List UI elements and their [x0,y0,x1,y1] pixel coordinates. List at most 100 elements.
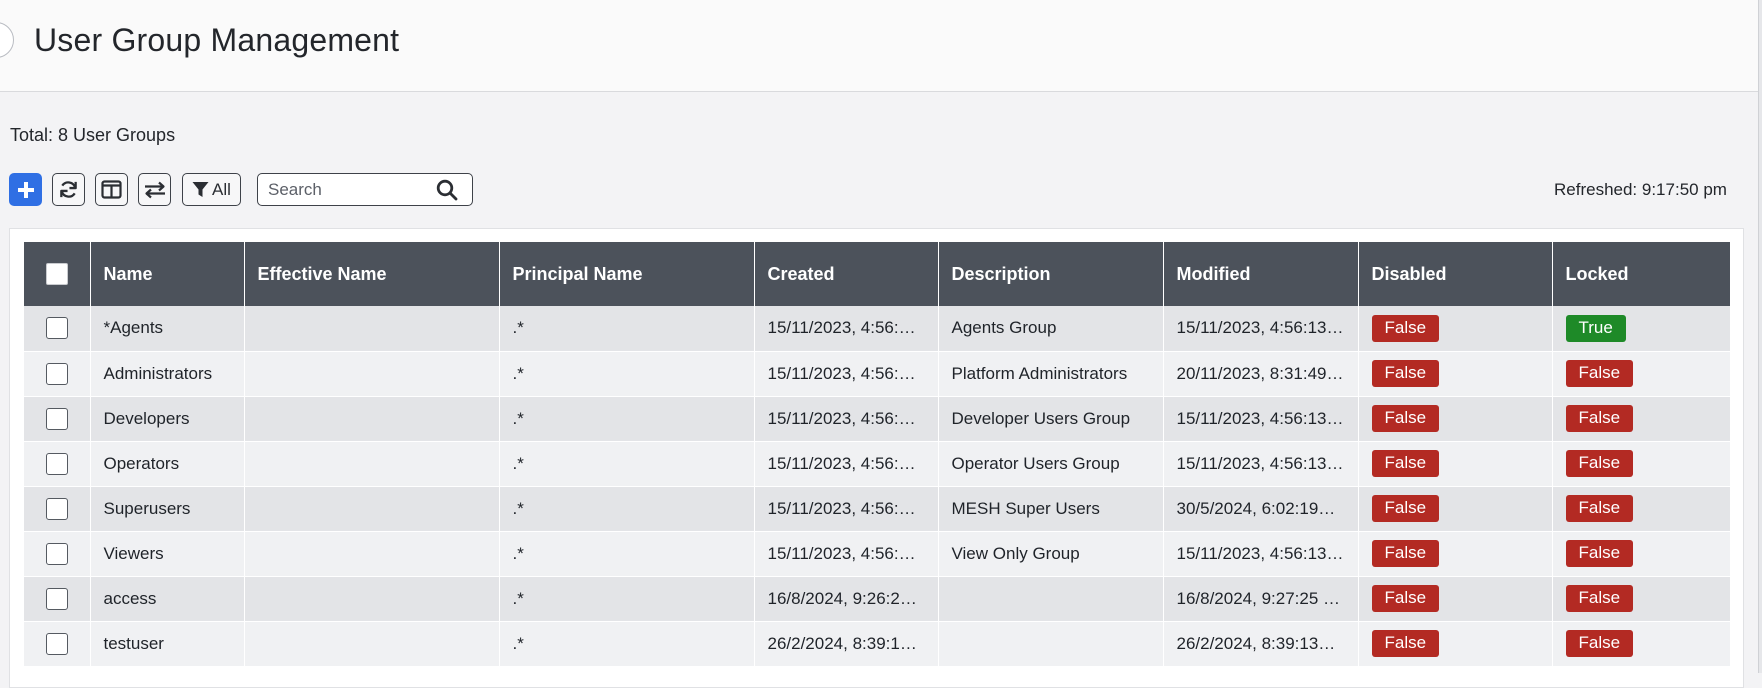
cell-description: Agents Group [938,306,1164,352]
column-header-locked[interactable]: Locked [1552,242,1730,306]
row-select-cell [24,621,91,667]
column-header-disabled[interactable]: Disabled [1358,242,1553,306]
cell-principal-name: .* [499,531,755,577]
row-select-cell [24,576,91,622]
disabled-status-badge: False [1371,540,1440,567]
table-row[interactable]: Operators .* 15/11/2023, 4:56:1… Operator U… [24,441,1731,487]
locked-status-badge: False [1565,360,1634,387]
table-body: *Agents .* 15/11/2023, 4:56:1… Agents Group… [24,306,1731,667]
plus-icon [17,181,34,198]
cell-effective-name [244,306,500,352]
user-groups-table: Name Effective Name Principal Name Creat… [24,242,1731,667]
cell-created: 15/11/2023, 4:56:1… [754,531,939,577]
locked-status-badge: False [1565,495,1634,522]
table-header-row: Name Effective Name Principal Name Creat… [24,242,1730,306]
filter-button[interactable]: All [182,173,241,206]
cell-disabled: False [1358,441,1553,487]
locked-status-badge: True [1565,314,1626,342]
total-count: Total: 8 User Groups [10,125,176,145]
cell-created: 15/11/2023, 4:56:1… [754,486,939,532]
table-row[interactable]: testuser .* 26/2/2024, 8:39:1… 26/2/2024, 8… [24,621,1731,667]
cell-created: 15/11/2023, 4:56:1… [754,396,939,442]
row-checkbox[interactable] [45,317,68,340]
sidebar-toggle-button[interactable] [0,22,14,58]
cell-principal-name: .* [499,441,755,487]
cell-created: 26/2/2024, 8:39:1… [754,621,939,667]
cell-disabled: False [1358,621,1553,667]
cell-modified: 16/8/2024, 9:27:25 … [1163,576,1359,622]
cell-disabled: False [1358,531,1553,577]
cell-locked: False [1552,396,1731,442]
row-select-cell [24,441,91,487]
search-icon[interactable] [436,179,458,201]
cell-description [938,621,1164,667]
cell-effective-name [244,351,500,397]
filter-label: All [212,179,231,199]
row-checkbox[interactable] [45,452,68,475]
cell-modified: 20/11/2023, 8:31:49… [1163,351,1359,397]
cell-locked: False [1552,576,1731,622]
table-row[interactable]: Viewers .* 15/11/2023, 4:56:1… View Only Gr… [24,531,1731,577]
cell-modified: 26/2/2024, 8:39:13… [1163,621,1359,667]
search-field[interactable] [257,173,473,206]
row-checkbox[interactable] [45,407,68,430]
row-checkbox[interactable] [45,632,68,655]
cell-disabled: False [1358,351,1553,397]
column-header-created[interactable]: Created [754,242,939,306]
disabled-status-badge: False [1371,405,1440,432]
cell-description: Platform Administrators [938,351,1164,397]
row-checkbox[interactable] [45,542,68,565]
swap-arrows-icon [144,181,165,198]
cell-modified: 15/11/2023, 4:56:13… [1163,531,1359,577]
cell-name: Operators [90,441,245,487]
table-row[interactable]: *Agents .* 15/11/2023, 4:56:1… Agents Group… [24,306,1731,352]
search-input[interactable] [268,179,428,200]
refresh-button[interactable] [52,173,85,206]
cell-created: 15/11/2023, 4:56:1… [754,351,939,397]
row-checkbox[interactable] [45,587,68,610]
add-button[interactable] [9,173,42,206]
cell-locked: True [1552,306,1731,352]
cell-name: *Agents [90,306,245,352]
swap-button[interactable] [138,173,171,206]
column-header-effective-name[interactable]: Effective Name [244,242,500,306]
table-row[interactable]: access .* 16/8/2024, 9:26:2… 16/8/2024, 9:2… [24,576,1731,622]
select-all-header [24,242,91,306]
grid-panel: Name Effective Name Principal Name Creat… [9,228,1744,688]
row-checkbox[interactable] [45,362,68,385]
cell-disabled: False [1358,486,1553,532]
cell-modified: 15/11/2023, 4:56:13… [1163,441,1359,487]
table-row[interactable]: Superusers .* 15/11/2023, 4:56:1… MESH Supe… [24,486,1731,532]
columns-icon [101,180,122,199]
cell-principal-name: .* [499,396,755,442]
column-header-modified[interactable]: Modified [1163,242,1359,306]
row-select-cell [24,396,91,442]
columns-button[interactable] [95,173,128,206]
cell-locked: False [1552,621,1731,667]
column-header-description[interactable]: Description [938,242,1164,306]
cell-name: Developers [90,396,245,442]
table-row[interactable]: Developers .* 15/11/2023, 4:56:1… Developer… [24,396,1731,442]
column-header-name[interactable]: Name [90,242,245,306]
locked-status-badge: False [1565,405,1634,432]
cell-principal-name: .* [499,486,755,532]
disabled-status-badge: False [1371,585,1440,612]
cell-effective-name [244,486,500,532]
row-checkbox[interactable] [45,497,68,520]
cell-modified: 15/11/2023, 4:56:13… [1163,306,1359,352]
row-select-cell [24,486,91,532]
cell-created: 15/11/2023, 4:56:1… [754,441,939,487]
scrollbar[interactable] [1758,0,1762,673]
cell-disabled: False [1358,576,1553,622]
cell-name: access [90,576,245,622]
cell-principal-name: .* [499,306,755,352]
disabled-status-badge: False [1371,495,1440,522]
table-row[interactable]: Administrators .* 15/11/2023, 4:56:1… Platf… [24,351,1731,397]
cell-description: View Only Group [938,531,1164,577]
disabled-status-badge: False [1371,450,1440,477]
cell-locked: False [1552,531,1731,577]
cell-modified: 15/11/2023, 4:56:13… [1163,396,1359,442]
disabled-status-badge: False [1371,314,1440,342]
column-header-principal-name[interactable]: Principal Name [499,242,755,306]
select-all-checkbox[interactable] [45,263,68,286]
